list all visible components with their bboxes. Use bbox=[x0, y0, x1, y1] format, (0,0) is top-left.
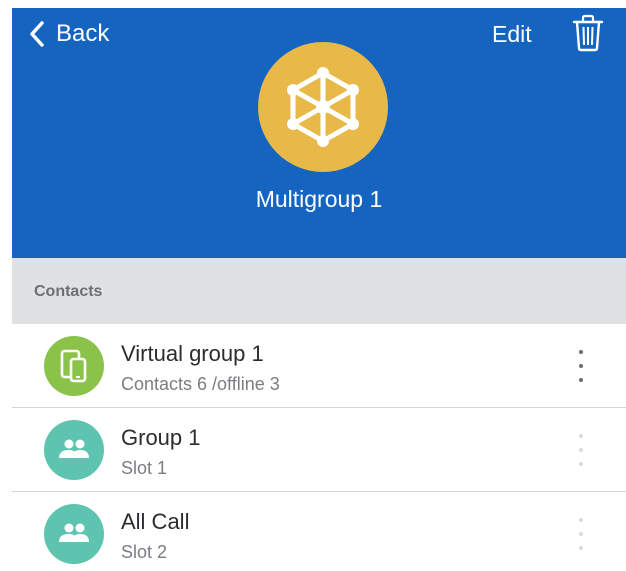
trash-icon[interactable] bbox=[572, 14, 604, 52]
chevron-left-icon bbox=[28, 20, 48, 48]
header: Back Edit Multigroup 1 bbox=[12, 8, 626, 258]
edit-button[interactable]: Edit bbox=[492, 18, 532, 50]
devices-icon bbox=[60, 349, 87, 383]
contact-subtitle: Slot 2 bbox=[121, 542, 168, 562]
back-button[interactable]: Back bbox=[28, 18, 109, 50]
section-header: Contacts bbox=[12, 258, 626, 324]
section-label: Contacts bbox=[34, 283, 103, 300]
group-icon bbox=[59, 439, 89, 458]
list-item[interactable]: Virtual group 1 Contacts 6 /offline 3 bbox=[12, 324, 626, 408]
page-title: Multigroup 1 bbox=[255, 186, 383, 212]
contact-title: Group 1 bbox=[121, 425, 201, 450]
contact-title: Virtual group 1 bbox=[121, 341, 264, 366]
more-options-icon[interactable] bbox=[572, 434, 590, 466]
more-options-icon[interactable] bbox=[572, 350, 590, 382]
contact-avatar bbox=[44, 336, 104, 396]
group-icon bbox=[59, 523, 89, 542]
contact-subtitle: Contacts 6 /offline 3 bbox=[121, 374, 280, 394]
contact-title: All Call bbox=[121, 509, 190, 534]
list-item[interactable]: Group 1 Slot 1 bbox=[12, 408, 626, 492]
back-label: Back bbox=[56, 20, 110, 47]
multigroup-avatar bbox=[258, 42, 388, 172]
network-icon bbox=[287, 67, 359, 147]
more-options-icon[interactable] bbox=[572, 518, 590, 550]
list-item[interactable]: All Call Slot 2 bbox=[12, 492, 626, 571]
contact-subtitle: Slot 1 bbox=[121, 458, 168, 478]
multigroup-screen: Back Edit Multigroup 1 Contacts Virtual … bbox=[0, 0, 626, 571]
contact-avatar bbox=[44, 420, 104, 480]
contact-avatar bbox=[44, 504, 104, 564]
